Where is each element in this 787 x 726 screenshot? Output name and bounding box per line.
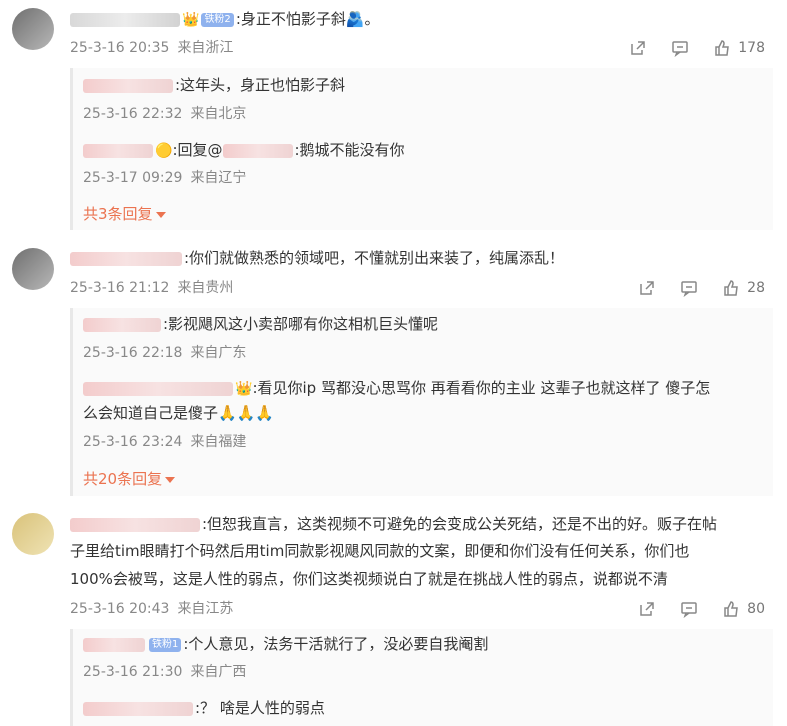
comment-actions: 178 [606,38,765,58]
avatar[interactable] [12,248,54,290]
like-count: 178 [738,40,765,56]
reply-prefix: :回复@ [172,141,223,159]
comment-meta: 25-3-16 20:43 来自江苏 [70,599,233,619]
username-blurred[interactable] [83,637,145,652]
like-icon[interactable] [721,278,741,298]
location: 来自辽宁 [190,170,247,186]
more-replies-link[interactable]: 共3条回复 [83,203,166,224]
comment-icon[interactable] [679,599,699,619]
location: 来自北京 [190,106,247,122]
more-replies-label: 共3条回复 [83,205,153,223]
username-blurred[interactable] [70,12,180,27]
username-blurred[interactable] [70,517,200,532]
chevron-down-icon [165,476,176,483]
comment-meta: 25-3-16 21:12 来自贵州 [70,278,233,298]
location: 来自江苏 [177,601,234,617]
timestamp: 25-3-17 09:29 [83,170,183,186]
location: 来自广西 [190,664,247,680]
comment-actions: 80 [615,599,765,619]
reply-text-line1: :看见你ip 骂都没心思骂你 再看看你的主业 这辈子也就这样了 傻子怎 [252,379,711,397]
reply-text: :影视飓风这小卖部哪有你这相机巨头懂呢 [163,315,439,333]
comment-text-line2: 子里给tim眼睛打个码然后用tim同款影视飓风同款的文案，即便和你们没有任何关系… [70,542,690,560]
location: 来自浙江 [177,40,234,56]
reply-meta: 25-3-17 09:29 来自辽宁 [83,168,246,188]
reply-item: :？ 啥是人性的弱点 [83,697,325,719]
chevron-down-icon [155,211,166,218]
verified-icon: 🟡 [155,142,173,159]
reply-text: :这年头，身正也怕影子斜 [175,76,346,94]
reply-text: :鹅城不能没有你 [294,141,405,159]
comment-meta: 25-3-16 20:35 来自浙江 [70,38,233,58]
more-replies-link[interactable]: 共20条回复 [83,468,176,489]
like-count: 80 [747,601,765,617]
reply-list: :影视飓风这小卖部哪有你这相机巨头懂呢 25-3-16 22:18 来自广东 👑:… [70,308,773,496]
timestamp: 25-3-16 21:30 [83,664,183,680]
reply-text: :？ 啥是人性的弱点 [195,699,325,717]
comment-body: 👑 铁粉2:身正不怕影子斜🫂。 [70,8,380,31]
reply-item: 🟡:回复@ :鹅城不能没有你 [83,139,405,162]
comment-icon[interactable] [679,278,699,298]
username-blurred[interactable] [83,701,193,716]
username-blurred[interactable] [70,251,182,266]
reply-meta: 25-3-16 22:18 来自广东 [83,343,246,363]
timestamp: 25-3-16 20:35 [70,40,170,56]
avatar[interactable] [12,8,54,50]
location: 来自贵州 [177,280,234,296]
reply-list: :这年头，身正也怕影子斜 25-3-16 22:32 来自北京 🟡:回复@ :鹅城不… [70,68,773,230]
timestamp: 25-3-16 22:32 [83,106,183,122]
timestamp: 25-3-16 20:43 [70,601,170,617]
location: 来自福建 [190,434,247,450]
fan-badge: 铁粉1 [149,637,182,652]
reply-meta: 25-3-16 21:30 来自广西 [83,662,246,682]
username-blurred[interactable] [83,317,161,332]
like-icon[interactable] [721,599,741,619]
share-icon[interactable] [637,278,657,298]
username-blurred[interactable] [83,381,233,396]
timestamp: 25-3-16 23:24 [83,434,183,450]
username-blurred[interactable] [83,143,153,158]
reply-text: :个人意见，法务干活就行了，没必要自我阉割 [183,635,489,653]
comment-body-cont: 子里给tim眼睛打个码然后用tim同款影视飓风同款的文案，即便和你们没有任何关系… [70,540,689,562]
fan-crown-icon: 👑 [235,380,253,397]
reply-list: 铁粉1:个人意见，法务干活就行了，没必要自我阉割 25-3-16 21:30 来自… [70,629,773,726]
timestamp: 25-3-16 22:18 [83,345,183,361]
fan-crown-icon: 👑 [182,11,200,28]
comment-body: :你们就做熟悉的领域吧，不懂就别出来装了，纯属添乱！ [70,247,564,269]
comment-body-cont: 100%会被骂，这是人性的弱点，你们这类视频说白了就是在挑战人性的弱点，说都说不… [70,568,668,590]
reply-item: :影视飓风这小卖部哪有你这相机巨头懂呢 [83,313,438,335]
like-count: 28 [747,280,765,296]
avatar[interactable] [12,513,54,555]
comment-text: :身正不怕影子斜🫂。 [235,10,380,28]
comment-actions: 28 [615,278,765,298]
timestamp: 25-3-16 21:12 [70,280,170,296]
share-icon[interactable] [628,38,648,58]
comment-icon[interactable] [670,38,690,58]
mention-blurred[interactable] [222,143,293,158]
comment-text-line3: 100%会被骂，这是人性的弱点，你们这类视频说白了就是在挑战人性的弱点，说都说不… [70,570,668,588]
comment-body: :但恕我直言，这类视频不可避免的会变成公关死结，还是不出的好。贩子在帖 [70,513,717,535]
fan-badge: 铁粉2 [201,12,234,27]
reply-text-line2: 么会知道自己是傻子 [83,404,219,422]
pray-emoji: 🙏🙏🙏 [218,404,275,422]
reply-item: 铁粉1:个人意见，法务干活就行了，没必要自我阉割 [83,633,488,655]
like-icon[interactable] [712,38,732,58]
comment-text-line1: :但恕我直言，这类视频不可避免的会变成公关死结，还是不出的好。贩子在帖 [202,515,718,533]
reply-item: 👑:看见你ip 骂都没心思骂你 再看看你的主业 这辈子也就这样了 傻子怎 [83,377,710,400]
comment-text: :你们就做熟悉的领域吧，不懂就别出来装了，纯属添乱！ [184,249,565,267]
reply-meta: 25-3-16 23:24 来自福建 [83,432,246,452]
reply-item: :这年头，身正也怕影子斜 [83,74,345,96]
location: 来自广东 [190,345,247,361]
more-replies-label: 共20条回复 [83,470,163,488]
username-blurred[interactable] [83,78,173,93]
share-icon[interactable] [637,599,657,619]
reply-item-cont: 么会知道自己是傻子🙏🙏🙏 [83,402,274,424]
reply-meta: 25-3-16 22:32 来自北京 [83,104,246,124]
